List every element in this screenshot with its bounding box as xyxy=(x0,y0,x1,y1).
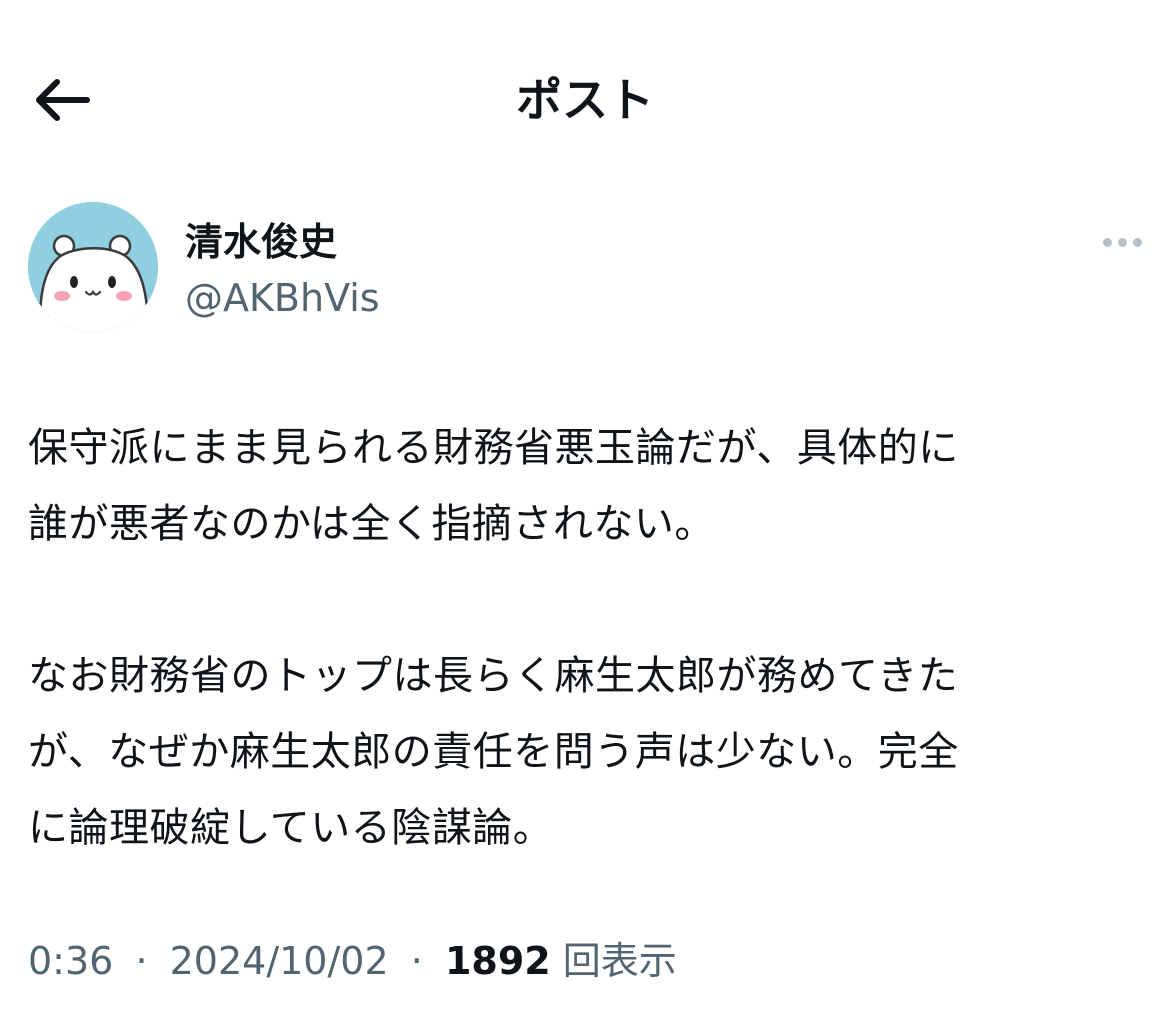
post-line: 保守派にまま見られる財務省悪玉論だが、具体的に xyxy=(28,425,959,471)
meta-separator: · xyxy=(410,939,423,983)
views-count[interactable]: 1892 xyxy=(445,939,551,983)
more-dots-icon xyxy=(1103,237,1112,247)
post-body: 保守派にまま見られる財務省悪玉論だが、具体的に 誰が悪者なのかは全く指摘されない… xyxy=(28,410,1143,866)
post-author: 清水俊史 @AKBhVis xyxy=(28,202,1142,332)
post-line: 誰が悪者なのかは全く指摘されない。 xyxy=(28,501,715,547)
page-title: ポスト xyxy=(516,73,654,127)
more-dot xyxy=(1133,237,1142,247)
post-line: が、なぜか麻生太郎の責任を問う声は少ない。完全 xyxy=(28,729,959,775)
post-metadata: 0:36 · 2024/10/02 · 1892 回表示 xyxy=(28,930,677,992)
post-time[interactable]: 0:36 xyxy=(28,939,113,983)
top-nav-bar: ポスト xyxy=(0,50,1170,150)
author-display-name[interactable]: 清水俊史 xyxy=(185,216,337,268)
author-handle[interactable]: @AKBhVis xyxy=(185,272,380,324)
more-options-button[interactable] xyxy=(1086,224,1142,260)
meta-separator: · xyxy=(135,939,148,983)
more-dot xyxy=(1118,237,1127,247)
post-date[interactable]: 2024/10/02 xyxy=(170,939,389,983)
avatar[interactable] xyxy=(28,202,158,332)
views-label: 回表示 xyxy=(562,939,677,983)
post-line: なお財務省のトップは長らく麻生太郎が務めてきた xyxy=(28,653,959,699)
post-line: に論理破綻している陰謀論。 xyxy=(28,805,554,851)
avatar-image xyxy=(28,202,158,332)
